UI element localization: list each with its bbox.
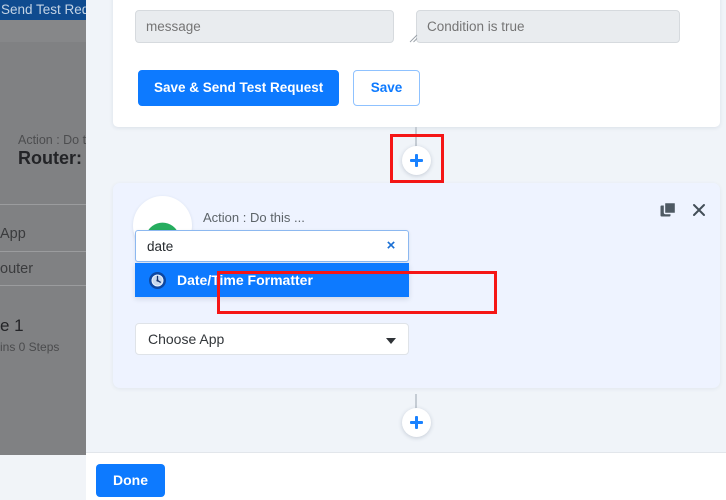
background-router-row: outer <box>0 261 34 277</box>
add-step-button-bottom[interactable] <box>402 408 431 437</box>
background-subbar <box>0 20 86 42</box>
dropdown-option-date-time-formatter[interactable]: Date/Time Formatter <box>135 263 409 297</box>
app-search-dropdown: Date/Time Formatter <box>135 263 409 297</box>
plus-icon <box>409 153 424 168</box>
app-search-box[interactable]: × <box>135 230 409 262</box>
done-button[interactable]: Done <box>96 464 165 497</box>
background-route-title: e 1 <box>0 316 24 335</box>
modal-body: Save & Send Test Request Save Action : D… <box>86 0 726 452</box>
step-editor-modal: Save & Send Test Request Save Action : D… <box>86 0 726 500</box>
background-topbar: Send Test Req <box>0 0 86 20</box>
chevron-down-icon <box>386 338 396 344</box>
form-field-row <box>135 10 701 43</box>
plus-icon <box>409 415 424 430</box>
background-action-label: Action : Do t <box>18 133 86 147</box>
dropdown-option-label: Date/Time Formatter <box>177 272 313 288</box>
test-request-form-card: Save & Send Test Request Save <box>113 0 720 127</box>
save-and-send-test-request-button[interactable]: Save & Send Test Request <box>138 70 340 106</box>
condition-textarea[interactable] <box>416 10 680 43</box>
form-button-row: Save & Send Test Request Save <box>138 70 421 106</box>
background-divider-3 <box>0 285 86 286</box>
background-router-title: Router: C <box>18 148 86 168</box>
clock-icon <box>149 271 166 289</box>
choose-app-label: Choose App <box>148 331 225 347</box>
save-button[interactable]: Save <box>352 70 421 106</box>
add-step-button-top[interactable] <box>402 146 431 175</box>
action-card-label: Action : Do this ... <box>203 210 305 225</box>
clear-search-icon[interactable]: × <box>384 237 398 255</box>
background-divider-1 <box>0 204 86 205</box>
app-search-combobox: × Date/Time Formatter <box>135 230 409 297</box>
background-divider-2 <box>0 251 86 252</box>
close-icon[interactable] <box>690 201 708 219</box>
message-input[interactable] <box>135 10 394 43</box>
action-step-card: Action : Do this ... × <box>113 183 720 388</box>
duplicate-icon[interactable] <box>659 201 677 219</box>
modal-footer: Done <box>86 453 726 500</box>
background-route-subtitle: ins 0 Steps <box>0 340 60 354</box>
background-app-panel: Send Test Req Action : Do t Router: C Ap… <box>0 0 86 500</box>
background-choose-app-row: App <box>0 226 26 242</box>
choose-app-select[interactable]: Choose App <box>135 323 409 355</box>
app-search-input[interactable] <box>136 231 376 261</box>
